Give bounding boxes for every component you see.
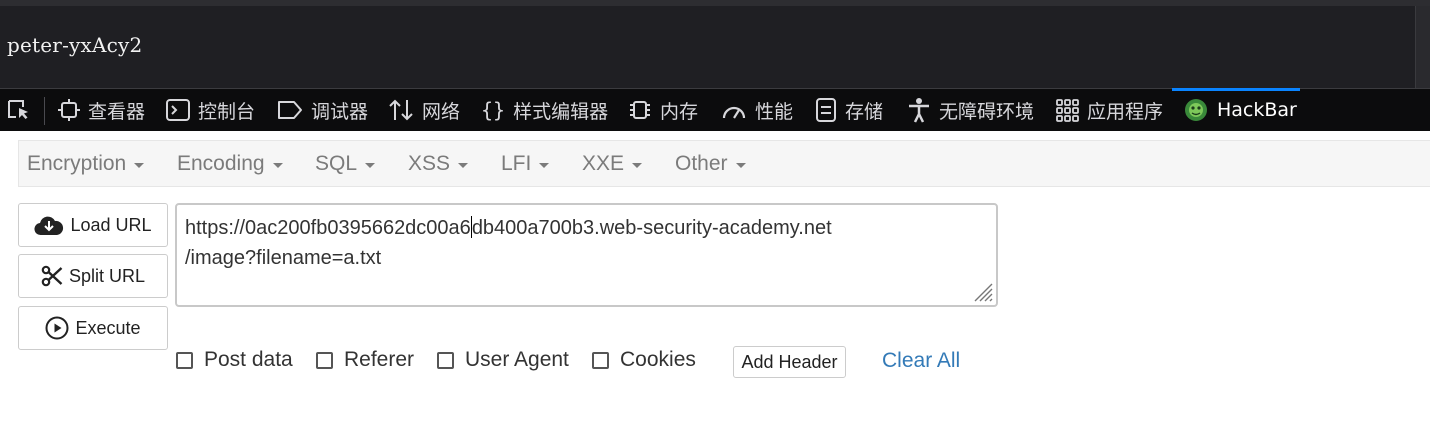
cloud-download-icon bbox=[34, 216, 64, 236]
url-line-2: /image?filename=a.txt bbox=[185, 247, 382, 269]
hackbar-menubar: Encryption Encoding SQL XSS LFI XXE Othe… bbox=[18, 140, 1430, 187]
devtools-toolbar: 查看器 控制台 调试器 网络 {} 样式编辑器 内存 性能 存储 无障碍环境 应… bbox=[0, 88, 1430, 131]
tab-application[interactable]: 应用程序 bbox=[1055, 89, 1163, 131]
menu-label: XSS bbox=[408, 151, 451, 175]
load-url-button[interactable]: Load URL bbox=[18, 203, 168, 247]
network-icon bbox=[389, 99, 413, 121]
tab-label: 控制台 bbox=[198, 100, 256, 123]
page-content-text: peter-yxAcy2 bbox=[7, 33, 143, 57]
menu-lfi[interactable]: LFI bbox=[501, 141, 550, 186]
tab-label: 存储 bbox=[845, 100, 884, 123]
tab-label: 网络 bbox=[422, 100, 461, 123]
tab-label: 无障碍环境 bbox=[939, 100, 1035, 123]
option-label: Referer bbox=[344, 348, 415, 371]
tab-console[interactable]: 控制台 bbox=[166, 89, 255, 131]
tab-label: 样式编辑器 bbox=[513, 100, 609, 123]
element-picker-icon bbox=[8, 100, 28, 119]
split-url-button[interactable]: Split URL bbox=[18, 254, 168, 298]
caret-down-icon bbox=[458, 162, 469, 168]
caret-down-icon bbox=[632, 162, 643, 168]
tab-style-editor[interactable]: {} 样式编辑器 bbox=[481, 89, 608, 131]
resize-grip-icon[interactable] bbox=[971, 280, 993, 302]
menu-label: Encryption bbox=[27, 151, 127, 175]
button-label: Split URL bbox=[68, 265, 146, 286]
menu-label: LFI bbox=[501, 151, 532, 175]
toolbar-separator bbox=[44, 97, 45, 125]
tab-label: HackBar bbox=[1217, 99, 1297, 121]
performance-icon bbox=[722, 106, 746, 119]
play-circle-icon bbox=[45, 316, 69, 340]
tab-label: 调试器 bbox=[311, 100, 369, 123]
caret-down-icon bbox=[365, 162, 376, 168]
tab-label: 内存 bbox=[660, 100, 699, 123]
tab-performance[interactable]: 性能 bbox=[721, 89, 793, 131]
menu-label: Other bbox=[675, 151, 728, 175]
url-text-before-cursor: https://0ac200fb0395662dc00a6 bbox=[185, 217, 471, 239]
page-content-area: peter-yxAcy2 bbox=[0, 0, 1430, 88]
tab-debugger[interactable]: 调试器 bbox=[277, 89, 368, 131]
tab-label: 性能 bbox=[755, 100, 794, 123]
memory-icon bbox=[630, 101, 650, 119]
clear-all-link[interactable]: Clear All bbox=[882, 349, 960, 373]
accessibility-icon bbox=[909, 98, 929, 123]
element-picker-button[interactable] bbox=[6, 89, 40, 131]
url-textarea[interactable]: https://0ac200fb0395662dc00a6db400a700b3… bbox=[175, 203, 998, 307]
inspector-icon bbox=[58, 99, 80, 121]
url-text-after-cursor: db400a700b3.web-security-academy.net bbox=[471, 217, 832, 239]
console-icon bbox=[166, 99, 190, 121]
menu-label: XXE bbox=[582, 151, 625, 175]
execute-button[interactable]: Execute bbox=[18, 306, 168, 350]
menu-other[interactable]: Other bbox=[675, 141, 746, 186]
tab-storage[interactable]: 存储 bbox=[815, 89, 883, 131]
cookies-option[interactable]: Cookies bbox=[592, 348, 696, 372]
post-data-option[interactable]: Post data bbox=[176, 348, 293, 372]
menu-xxe[interactable]: XXE bbox=[582, 141, 643, 186]
tab-label: 应用程序 bbox=[1087, 100, 1164, 123]
button-label: Load URL bbox=[70, 214, 152, 235]
tab-accessibility[interactable]: 无障碍环境 bbox=[907, 89, 1034, 131]
user-agent-checkbox[interactable] bbox=[437, 351, 454, 369]
storage-icon bbox=[816, 98, 836, 122]
referer-checkbox[interactable] bbox=[316, 351, 333, 369]
menu-sql[interactable]: SQL bbox=[315, 141, 376, 186]
caret-down-icon bbox=[735, 162, 746, 168]
tab-inspector[interactable]: 查看器 bbox=[58, 89, 145, 131]
style-editor-icon: {} bbox=[481, 98, 506, 122]
debugger-icon bbox=[278, 101, 302, 119]
tab-memory[interactable]: 内存 bbox=[628, 89, 698, 131]
option-label: User Agent bbox=[465, 348, 569, 371]
button-label: Execute bbox=[75, 317, 141, 338]
caret-down-icon bbox=[539, 162, 550, 168]
user-agent-option[interactable]: User Agent bbox=[437, 348, 569, 372]
menu-encoding[interactable]: Encoding bbox=[177, 141, 283, 186]
tab-network[interactable]: 网络 bbox=[388, 89, 460, 131]
scissors-icon bbox=[41, 265, 63, 287]
url-line-1: https://0ac200fb0395662dc00a6db400a700b3… bbox=[185, 213, 988, 243]
post-data-checkbox[interactable] bbox=[176, 351, 193, 369]
caret-down-icon bbox=[134, 162, 145, 168]
option-label: Cookies bbox=[620, 348, 696, 371]
page-top-border bbox=[0, 0, 1430, 6]
referer-option[interactable]: Referer bbox=[316, 348, 414, 372]
cookies-checkbox[interactable] bbox=[592, 351, 609, 369]
add-header-button[interactable]: Add Header bbox=[733, 346, 846, 378]
caret-down-icon bbox=[272, 162, 283, 168]
menu-xss[interactable]: XSS bbox=[408, 141, 469, 186]
application-icon bbox=[1056, 99, 1079, 122]
menu-encryption[interactable]: Encryption bbox=[27, 141, 145, 186]
hackbar-icon bbox=[1185, 99, 1207, 121]
menu-label: SQL bbox=[315, 151, 358, 175]
page-scrollbar[interactable] bbox=[1415, 6, 1430, 88]
menu-label: Encoding bbox=[177, 151, 265, 175]
tab-hackbar[interactable]: HackBar bbox=[1172, 88, 1300, 131]
option-label: Post data bbox=[204, 348, 293, 371]
tab-label: 查看器 bbox=[88, 100, 146, 123]
